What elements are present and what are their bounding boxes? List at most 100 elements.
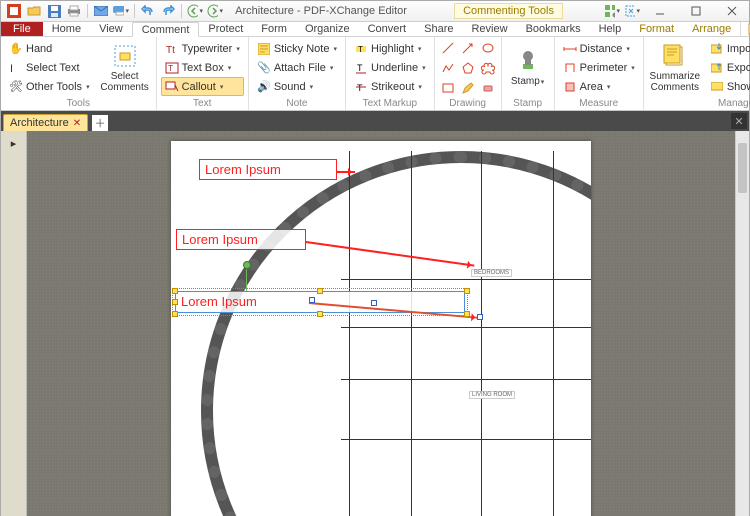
find-button[interactable]: Find... — [740, 22, 750, 36]
polyline-tool[interactable] — [439, 59, 457, 77]
area-icon — [563, 80, 577, 94]
page-canvas[interactable]: BEDROOMS LIVING ROOM Lorem Ipsum Lorem I… — [27, 131, 735, 516]
nav-forward-icon[interactable]: ▾ — [206, 2, 224, 20]
arc-wall — [201, 151, 591, 516]
room-label: LIVING ROOM — [469, 391, 515, 399]
svg-text:Tt: Tt — [166, 45, 175, 55]
select-comments[interactable]: Select Comments — [98, 39, 152, 97]
perimeter-icon — [563, 61, 577, 75]
ui-options-icon[interactable]: ▾ — [603, 2, 621, 20]
sound-tool[interactable]: 🔊Sound▾ — [253, 77, 341, 96]
room-label: BEDROOMS — [471, 269, 512, 277]
app-icon[interactable] — [5, 2, 23, 20]
summarize-comments[interactable]: Summarize Comments — [648, 39, 702, 97]
scrollbar-thumb[interactable] — [738, 143, 747, 193]
stamp-icon — [515, 48, 541, 74]
distance-icon — [563, 42, 577, 56]
export-comments[interactable]: Export — [706, 58, 750, 77]
close-tab-icon[interactable]: ✕ — [73, 118, 81, 129]
strikeout-tool[interactable]: TStrikeout▾ — [350, 77, 430, 96]
distance-tool[interactable]: Distance▾ — [559, 39, 639, 58]
area-tool[interactable]: Area▾ — [559, 77, 639, 96]
highlight-tool[interactable]: THighlight▾ — [350, 39, 430, 58]
rect-tool[interactable] — [439, 79, 457, 97]
nav-back-icon[interactable]: ▾ — [186, 2, 204, 20]
attach-file-tool[interactable]: 📎Attach File▾ — [253, 58, 341, 77]
tab-review[interactable]: Review — [462, 22, 516, 36]
import-icon — [710, 42, 724, 56]
typewriter-tool[interactable]: TtTypewriter▾ — [161, 39, 244, 58]
other-tools[interactable]: 🛠Other Tools▾ — [5, 77, 94, 96]
oval-tool[interactable] — [479, 39, 497, 57]
add-tab-button[interactable]: ＋ — [92, 115, 108, 131]
group-note: Sticky Note▾ 📎Attach File▾ 🔊Sound▾ Note — [249, 37, 346, 110]
tab-organize[interactable]: Organize — [296, 22, 359, 36]
pencil-tool[interactable] — [459, 79, 477, 97]
underline-icon: T — [354, 61, 368, 75]
stamp-button[interactable]: Stamp▾ — [506, 39, 550, 97]
tab-comment[interactable]: Comment — [132, 22, 200, 37]
callout-2[interactable]: Lorem Ipsum — [176, 229, 306, 250]
perimeter-tool[interactable]: Perimeter▾ — [559, 58, 639, 77]
maximize-button[interactable] — [679, 1, 713, 21]
underline-tool[interactable]: TUnderline▾ — [350, 58, 430, 77]
gridline — [349, 151, 350, 516]
tools-icon: 🛠 — [9, 80, 23, 94]
vertical-scrollbar[interactable] — [735, 131, 749, 516]
callout-tool[interactable]: Callout▾ — [161, 77, 244, 96]
tab-help[interactable]: Help — [590, 22, 631, 36]
show-icon — [710, 80, 724, 94]
select-text-tool[interactable]: ISelect Text — [5, 58, 94, 77]
viewer: ▸ BEDROOMS LIVING ROOM Lorem Ipsum — [1, 131, 749, 516]
gridline — [411, 151, 412, 516]
textbox-tool[interactable]: TText Box▾ — [161, 58, 244, 77]
tab-share[interactable]: Share — [415, 22, 462, 36]
gridline — [341, 279, 591, 280]
group-stamp: Stamp▾ Stamp — [502, 37, 555, 110]
gridline — [341, 439, 591, 440]
group-drawing: Drawing — [435, 37, 502, 110]
tab-protect[interactable]: Protect — [199, 22, 252, 36]
save-icon[interactable] — [45, 2, 63, 20]
scan-icon[interactable]: ▾ — [112, 2, 130, 20]
eraser-tool[interactable] — [479, 79, 497, 97]
sound-icon: 🔊 — [257, 80, 271, 94]
tab-home[interactable]: Home — [43, 22, 90, 36]
undo-icon[interactable] — [139, 2, 157, 20]
launch-icon[interactable]: ▾ — [623, 2, 641, 20]
hand-icon: ✋ — [9, 42, 23, 56]
tab-convert[interactable]: Convert — [359, 22, 416, 36]
callout-icon — [165, 80, 179, 94]
email-icon[interactable] — [92, 2, 110, 20]
svg-text:T: T — [357, 63, 363, 73]
close-all-icon[interactable]: ✕ — [731, 113, 747, 129]
group-tools: ✋Hand ISelect Text 🛠Other Tools▾ Select … — [1, 37, 157, 110]
rotation-handle[interactable] — [243, 261, 251, 269]
rail-expand-icon[interactable]: ▸ — [6, 135, 22, 151]
close-button[interactable] — [715, 1, 749, 21]
show-comments[interactable]: Show▾ — [706, 77, 750, 96]
cloud-tool[interactable] — [479, 59, 497, 77]
tab-view[interactable]: View — [90, 22, 132, 36]
import-comments[interactable]: Import — [706, 39, 750, 58]
tab-arrange[interactable]: Arrange — [683, 22, 740, 36]
callout-1[interactable]: Lorem Ipsum — [199, 159, 337, 180]
export-icon — [710, 61, 724, 75]
minimize-button[interactable] — [643, 1, 677, 21]
arrow-tool[interactable] — [459, 39, 477, 57]
redo-icon[interactable] — [159, 2, 177, 20]
tab-bookmarks[interactable]: Bookmarks — [517, 22, 590, 36]
typewriter-icon: Tt — [165, 42, 179, 56]
tab-format[interactable]: Format — [630, 22, 683, 36]
tab-file[interactable]: File — [1, 22, 43, 36]
polygon-tool[interactable] — [459, 59, 477, 77]
print-icon[interactable] — [65, 2, 83, 20]
hand-tool[interactable]: ✋Hand — [5, 39, 94, 58]
tab-form[interactable]: Form — [252, 22, 296, 36]
gridline — [481, 151, 482, 516]
document-tab[interactable]: Architecture✕ — [3, 114, 88, 131]
sticky-note-tool[interactable]: Sticky Note▾ — [253, 39, 341, 58]
open-icon[interactable] — [25, 2, 43, 20]
line-tool[interactable] — [439, 39, 457, 57]
titlebar: ▾ ▾ ▾ Architecture - PDF-XChange Editor … — [1, 1, 749, 22]
